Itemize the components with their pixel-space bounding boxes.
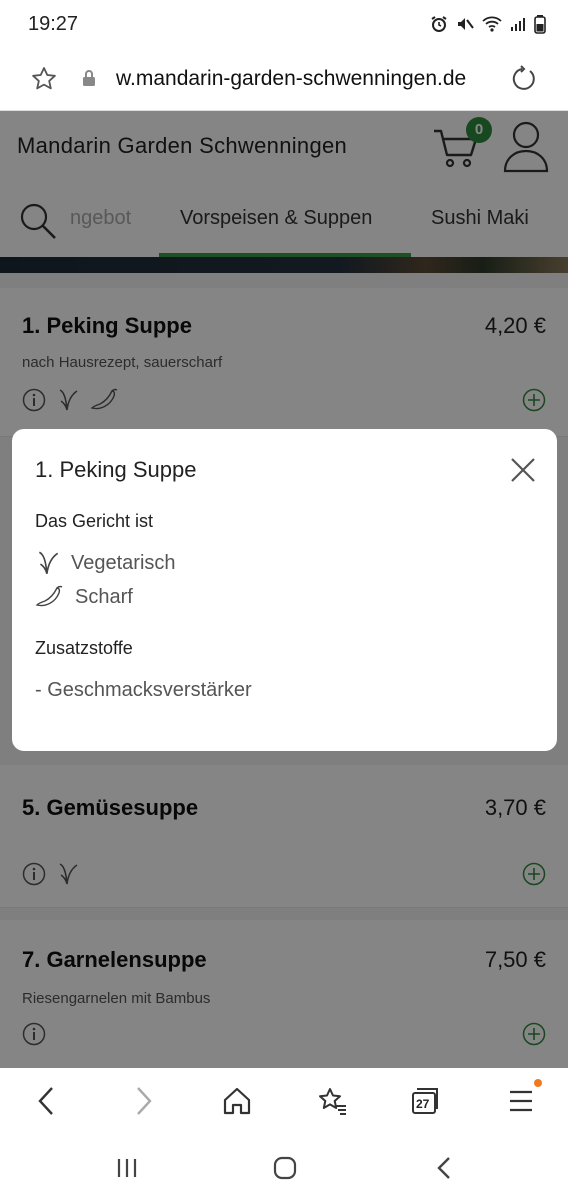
forward-icon[interactable] xyxy=(134,1086,154,1116)
status-icons xyxy=(430,14,546,34)
bookmark-star-icon[interactable] xyxy=(30,65,58,93)
back-icon[interactable] xyxy=(36,1086,56,1116)
system-back-icon[interactable] xyxy=(436,1156,452,1180)
dish-info-modal: 1. Peking Suppe Das Gericht ist Vegetari… xyxy=(12,429,557,751)
url-text[interactable]: w.mandarin-garden-schwenningen.de xyxy=(116,67,496,91)
status-bar: 19:27 xyxy=(0,0,568,52)
battery-icon xyxy=(534,15,546,34)
modal-title: 1. Peking Suppe xyxy=(35,457,197,482)
property-vegetarian: Vegetarisch xyxy=(35,549,176,577)
dish-is-heading: Das Gericht ist xyxy=(35,511,154,531)
home-icon[interactable] xyxy=(222,1086,252,1116)
bookmarks-icon[interactable] xyxy=(316,1086,348,1116)
signal-icon xyxy=(511,18,525,31)
home-button-icon[interactable] xyxy=(273,1156,297,1180)
menu-icon[interactable] xyxy=(508,1086,534,1116)
property-label: Vegetarisch xyxy=(71,551,176,574)
recent-apps-icon[interactable] xyxy=(116,1157,138,1179)
additive-item: - Geschmacksverstärker xyxy=(35,679,252,701)
lock-icon xyxy=(83,70,95,86)
mute-icon xyxy=(458,18,474,30)
property-label: Scharf xyxy=(75,585,133,608)
notification-dot xyxy=(534,1079,542,1087)
browser-url-bar: w.mandarin-garden-schwenningen.de xyxy=(0,52,568,111)
tabs-button[interactable]: 27 xyxy=(410,1086,440,1116)
status-time: 19:27 xyxy=(28,13,79,35)
alarm-icon xyxy=(431,16,447,32)
reload-icon[interactable] xyxy=(510,65,538,93)
additives-heading: Zusatzstoffe xyxy=(35,638,133,658)
property-spicy: Scharf xyxy=(35,584,133,610)
close-icon[interactable] xyxy=(510,457,536,483)
wifi-icon xyxy=(482,16,502,32)
tabs-count: 27 xyxy=(416,1097,430,1111)
browser-bottom-nav: 27 xyxy=(0,1068,568,1134)
spicy-icon xyxy=(35,585,63,607)
system-nav-bar xyxy=(0,1134,568,1200)
vegetarian-icon xyxy=(38,551,59,574)
